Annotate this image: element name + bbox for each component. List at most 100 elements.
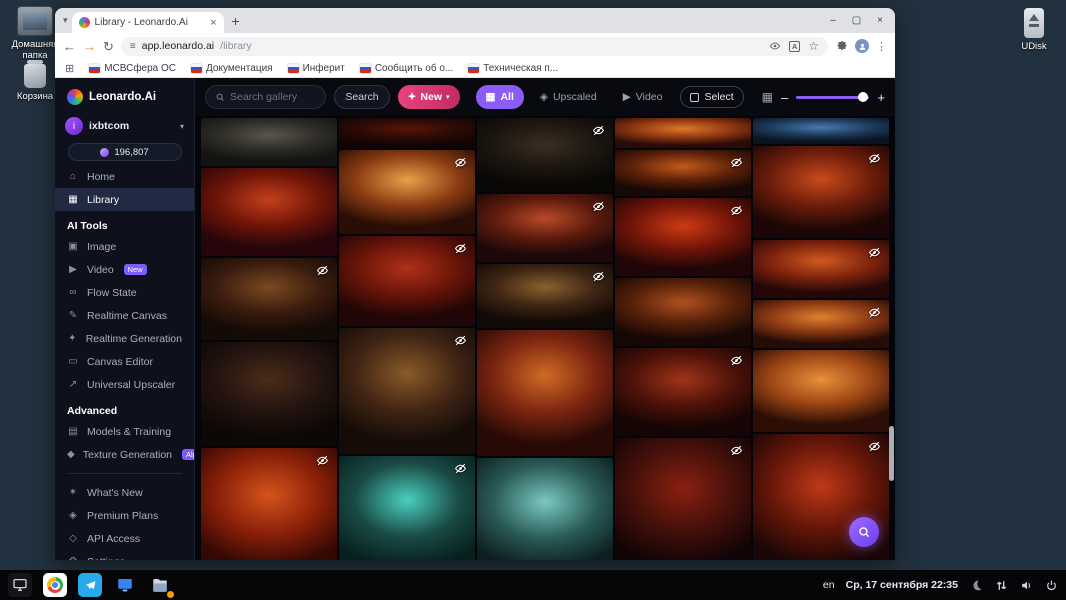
token-balance[interactable]: 196,807 [68,143,182,161]
eye-off-icon[interactable] [730,444,743,457]
zoom-slider[interactable] [796,96,869,99]
search-gallery-input[interactable] [230,91,316,103]
eye-off-icon[interactable] [730,354,743,367]
desktop-icon-udisk[interactable]: UDisk [1010,8,1058,52]
sidebar-item-canvas-editor[interactable]: ▭Canvas Editor [55,350,194,373]
maximize-button[interactable]: ▢ [852,15,861,26]
filter-upscaled[interactable]: ◈Upscaled [530,85,607,109]
sidebar-item-what-s-new[interactable]: ✶What's New [55,481,194,504]
taskbar-app-monitor-icon[interactable] [8,573,32,597]
gallery-image-tile[interactable] [339,236,475,326]
minimize-button[interactable]: – [830,15,836,26]
eye-off-icon[interactable] [454,334,467,347]
eye-off-icon[interactable] [868,152,881,165]
browser-menu-kebab-icon[interactable]: ⋮ [876,40,887,53]
gallery-image-tile[interactable] [477,264,613,328]
apps-grid-icon[interactable]: ⊞ [65,62,74,75]
sidebar-item-texture-generation[interactable]: ◆Texture GenerationAlpha [55,443,194,466]
new-tab-button[interactable]: + [232,13,240,29]
select-button[interactable]: Select [680,86,743,108]
filter-video[interactable]: ▶Video [613,85,673,109]
gallery-scrollbar[interactable] [889,426,894,481]
eye-off-icon[interactable] [454,156,467,169]
sidebar-item-realtime-canvas[interactable]: ✎Realtime Canvas [55,304,194,327]
sidebar-item-realtime-generation[interactable]: ✦Realtime Generation [55,327,194,350]
new-button[interactable]: ✦ New ▾ [398,85,460,109]
search-button[interactable]: Search [334,85,389,109]
zoom-slider-thumb[interactable] [858,92,868,102]
sidebar-item-settings[interactable]: ⚙Settings [55,550,194,560]
language-indicator[interactable]: en [823,579,835,591]
gallery-image-tile[interactable] [477,458,613,560]
bookmark-item[interactable]: Техническая п... [468,63,558,74]
gallery-image-tile[interactable] [201,118,337,166]
eye-off-icon[interactable] [868,246,881,259]
zoom-out-button[interactable]: – [781,90,788,105]
sidebar-item-universal-upscaler[interactable]: ↗Universal Upscaler [55,373,194,396]
eye-off-icon[interactable] [592,270,605,283]
eye-off-icon[interactable] [868,306,881,319]
bookmark-item[interactable]: Инферит [288,63,345,74]
zoom-search-fab[interactable] [849,517,879,547]
gallery-image-tile[interactable] [615,150,751,196]
gallery-image-tile[interactable] [201,168,337,256]
volume-icon[interactable] [1019,578,1033,592]
taskbar-app-chrome-icon[interactable] [43,573,67,597]
tab-search-chevron-icon[interactable]: ▾ [63,15,68,26]
gallery-image-tile[interactable] [753,350,889,432]
browser-tab[interactable]: Library - Leonardo.Ai × [72,12,224,33]
sidebar-item-models-training[interactable]: ▤Models & Training [55,420,194,443]
logo[interactable]: Leonardo.Ai [55,86,194,108]
zoom-in-button[interactable]: + [877,90,885,105]
tab-close-icon[interactable]: × [210,17,216,29]
sidebar-item-library[interactable]: ▦Library [55,188,194,211]
grid-layout-icon[interactable]: ▦ [762,90,773,104]
bookmark-star-icon[interactable]: ☆ [808,39,819,53]
gallery-image-tile[interactable] [339,150,475,234]
refresh-button[interactable]: ↻ [103,40,114,53]
gallery-image-tile[interactable] [615,348,751,436]
network-traffic-icon[interactable] [994,578,1008,592]
taskbar-app-messenger-icon[interactable] [78,573,102,597]
extensions-puzzle-icon[interactable] [835,40,848,53]
eye-off-icon[interactable] [592,124,605,137]
gallery-image-tile[interactable] [201,258,337,340]
gallery-image-tile[interactable] [753,146,889,238]
bookmark-item[interactable]: Сообщить об о... [360,63,453,74]
back-button[interactable]: ← [63,40,76,53]
eye-off-icon[interactable] [730,156,743,169]
eye-off-icon[interactable] [868,440,881,453]
eye-off-icon[interactable] [730,204,743,217]
bookmark-item[interactable]: МСВСфера ОС [89,63,176,74]
desktop-icon-trash[interactable]: Корзина [12,64,58,102]
clock-datetime[interactable]: Ср, 17 сентября 22:35 [846,579,958,591]
profile-avatar-icon[interactable] [855,39,869,53]
sidebar-item-api-access[interactable]: ◇API Access [55,527,194,550]
sidebar-item-flow-state[interactable]: ∞Flow State [55,281,194,304]
search-gallery-field[interactable] [205,85,326,109]
power-icon[interactable] [1044,578,1058,592]
gallery-image-tile[interactable] [201,448,337,560]
address-bar[interactable]: ≡ app.leonardo.ai/library A ☆ [121,37,828,56]
user-menu[interactable]: i ixbtcom ▾ [65,117,184,135]
eye-off-icon[interactable] [316,264,329,277]
gallery-image-tile[interactable] [477,194,613,262]
night-mode-icon[interactable] [969,578,983,592]
gallery-image-tile[interactable] [615,278,751,346]
window-close-button[interactable]: × [877,15,883,26]
eye-off-icon[interactable] [454,242,467,255]
bookmark-item[interactable]: Документация [191,63,273,74]
eye-off-icon[interactable] [454,462,467,475]
translate-icon[interactable]: A [789,41,800,52]
sidebar-item-image[interactable]: ▣Image [55,235,194,258]
password-eye-icon[interactable] [768,40,781,53]
eye-off-icon[interactable] [592,200,605,213]
gallery-image-tile[interactable] [615,118,751,148]
taskbar-app-display-icon[interactable] [113,573,137,597]
gallery-image-tile[interactable] [615,198,751,276]
gallery-image-tile[interactable] [753,240,889,298]
gallery-image-tile[interactable] [753,300,889,348]
sidebar-item-video[interactable]: ▶VideoNew [55,258,194,281]
sidebar-item-premium-plans[interactable]: ◈Premium Plans [55,504,194,527]
forward-button[interactable]: → [83,40,96,53]
